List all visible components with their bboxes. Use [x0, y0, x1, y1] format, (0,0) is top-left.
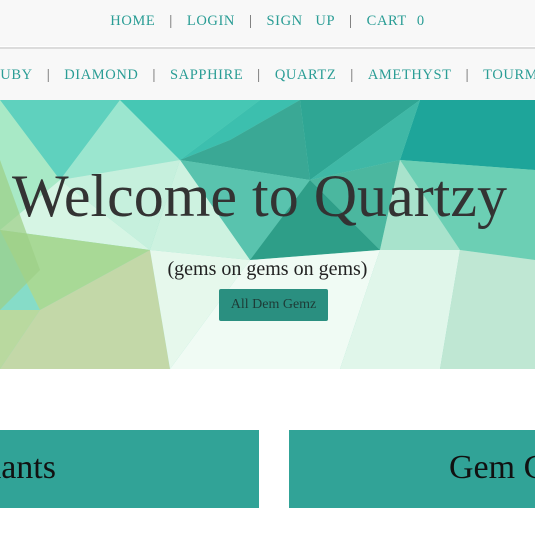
nav-separator: | — [248, 13, 253, 29]
cart-count[interactable]: 0 — [417, 13, 425, 30]
category-card-label: Gem Cards — [449, 449, 535, 486]
gem-category-list: RUBY | DIAMOND | SAPPHIRE | QUARTZ | AMETHYST | TO… — [0, 67, 535, 84]
gem-link-amethyst[interactable]: AMETHYST — [368, 67, 452, 84]
nav-separator: | — [465, 67, 470, 83]
nav-separator: | — [169, 13, 173, 29]
top-nav: HOME | LOGIN | SIGN UP | CART 0 — [0, 0, 535, 46]
nav-login-link[interactable]: LOGIN — [187, 13, 235, 30]
gem-link-ruby[interactable]: RUBY — [0, 67, 33, 84]
nav-separator: | — [349, 13, 353, 29]
gem-category-nav: RUBY | DIAMOND | SAPPHIRE | QUARTZ | AMETHYST | TO… — [0, 47, 535, 102]
nav-home-link[interactable]: HOME — [110, 13, 155, 30]
hero-title: Welcome to Quartzy — [12, 163, 507, 229]
low-poly-background — [0, 100, 535, 369]
nav-separator: | — [350, 67, 354, 83]
hero-subtitle: (gems on gems on gems) — [167, 258, 368, 280]
category-card-pendants[interactable]: Pendants — [0, 430, 259, 508]
gem-link-diamond[interactable]: DIAMOND — [64, 67, 138, 84]
nav-signup-link[interactable]: SIGN UP — [267, 13, 336, 30]
all-gems-button[interactable]: All Dem Gemz — [219, 289, 328, 321]
category-card-label: Pendants — [0, 449, 56, 486]
gem-link-tourmaline[interactable]: TOURMALINE — [483, 67, 535, 84]
category-card-gem-cards[interactable]: Gem Cards — [289, 430, 535, 508]
gem-link-sapphire[interactable]: SAPPHIRE — [170, 67, 243, 84]
nav-cart-link[interactable]: CART — [367, 13, 407, 30]
nav-separator: | — [46, 67, 51, 83]
gem-link-quartz[interactable]: QUARTZ — [275, 67, 337, 84]
nav-separator: | — [257, 67, 261, 83]
top-nav-items: HOME | LOGIN | SIGN UP | CART 0 — [0, 13, 535, 30]
hero-banner: Welcome to Quartzy (gems on gems on gems… — [0, 100, 535, 369]
nav-separator: | — [152, 67, 156, 83]
